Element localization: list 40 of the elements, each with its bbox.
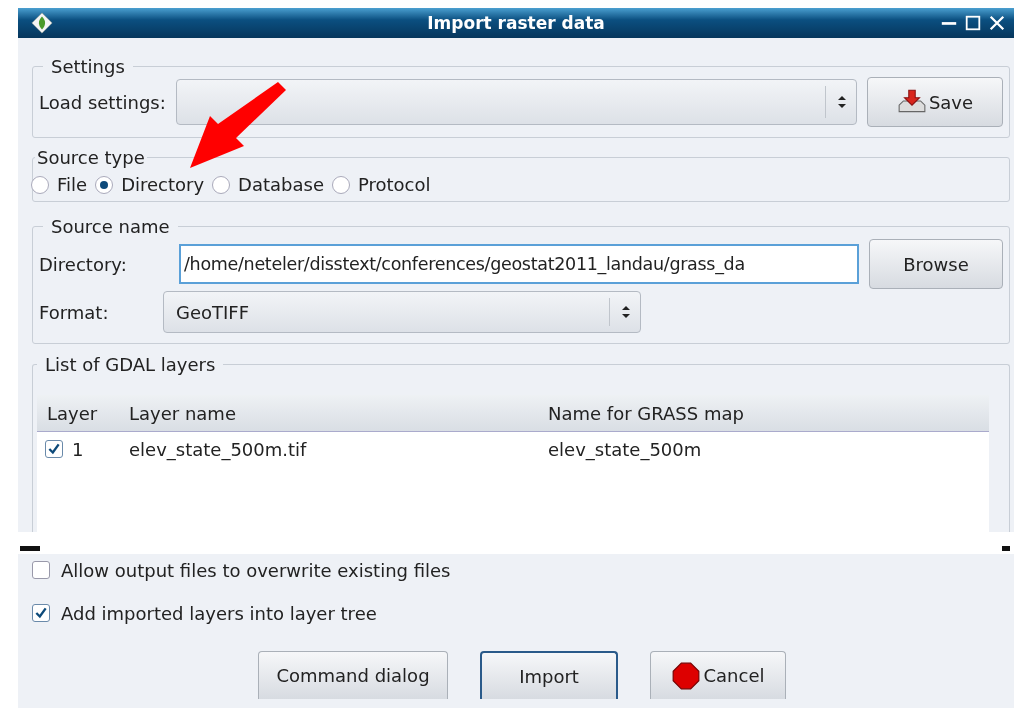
command-dialog-button[interactable]: Command dialog [258,651,448,699]
spinner-arrows-icon [621,304,631,320]
radio-option[interactable]: Database [212,174,324,195]
save-button[interactable]: Save [867,77,1003,127]
radio-option[interactable]: Protocol [332,174,431,195]
checkmark-icon [34,606,48,620]
browse-button[interactable]: Browse [869,239,1003,289]
group-title: Settings [50,56,126,77]
field-label: Directory: [39,253,128,275]
group-title: List of GDAL layers [44,354,217,375]
spinner-arrows-icon [837,94,847,110]
radio-option[interactable]: Directory [95,174,205,195]
cancel-button[interactable]: Cancel [650,651,786,699]
column-header[interactable]: Name for GRASS map [548,402,989,424]
break-mark [1002,546,1010,551]
radio-option[interactable]: File [31,174,88,195]
table-cell: 1 [72,438,84,460]
import-button[interactable]: Import [480,651,618,699]
stop-icon [671,661,700,690]
group-title: Source name [50,216,171,237]
table-cell-text: elev_state_500m.tif [129,438,308,460]
app-logo-icon [31,12,53,34]
directory-field[interactable]: /home/neteler/disstext/conferences/geostat2011_landau/grass_da [179,244,859,284]
column-header[interactable]: Layer [37,402,129,424]
field-label: Format: [39,301,110,323]
group-title: Source type [36,147,146,168]
download-icon [896,89,927,115]
window-title: Import raster data [427,13,605,33]
table-cell-text: elev_state_500m [548,438,703,460]
column-header[interactable]: Layer name [129,402,548,424]
checkbox-option[interactable]: Add imported layers into layer tree [32,597,1014,627]
maximize-icon[interactable] [964,14,982,32]
field-label: Load settings: [39,91,166,113]
close-icon[interactable] [988,14,1006,32]
checkbox[interactable] [45,440,63,458]
checkmark-icon [47,442,61,456]
checkbox-option[interactable]: Allow output files to overwrite existing files [32,554,1014,584]
format-dropdown[interactable]: GeoTIFF [163,291,641,333]
break-mark [20,546,40,551]
settings-dropdown[interactable] [175,79,857,125]
